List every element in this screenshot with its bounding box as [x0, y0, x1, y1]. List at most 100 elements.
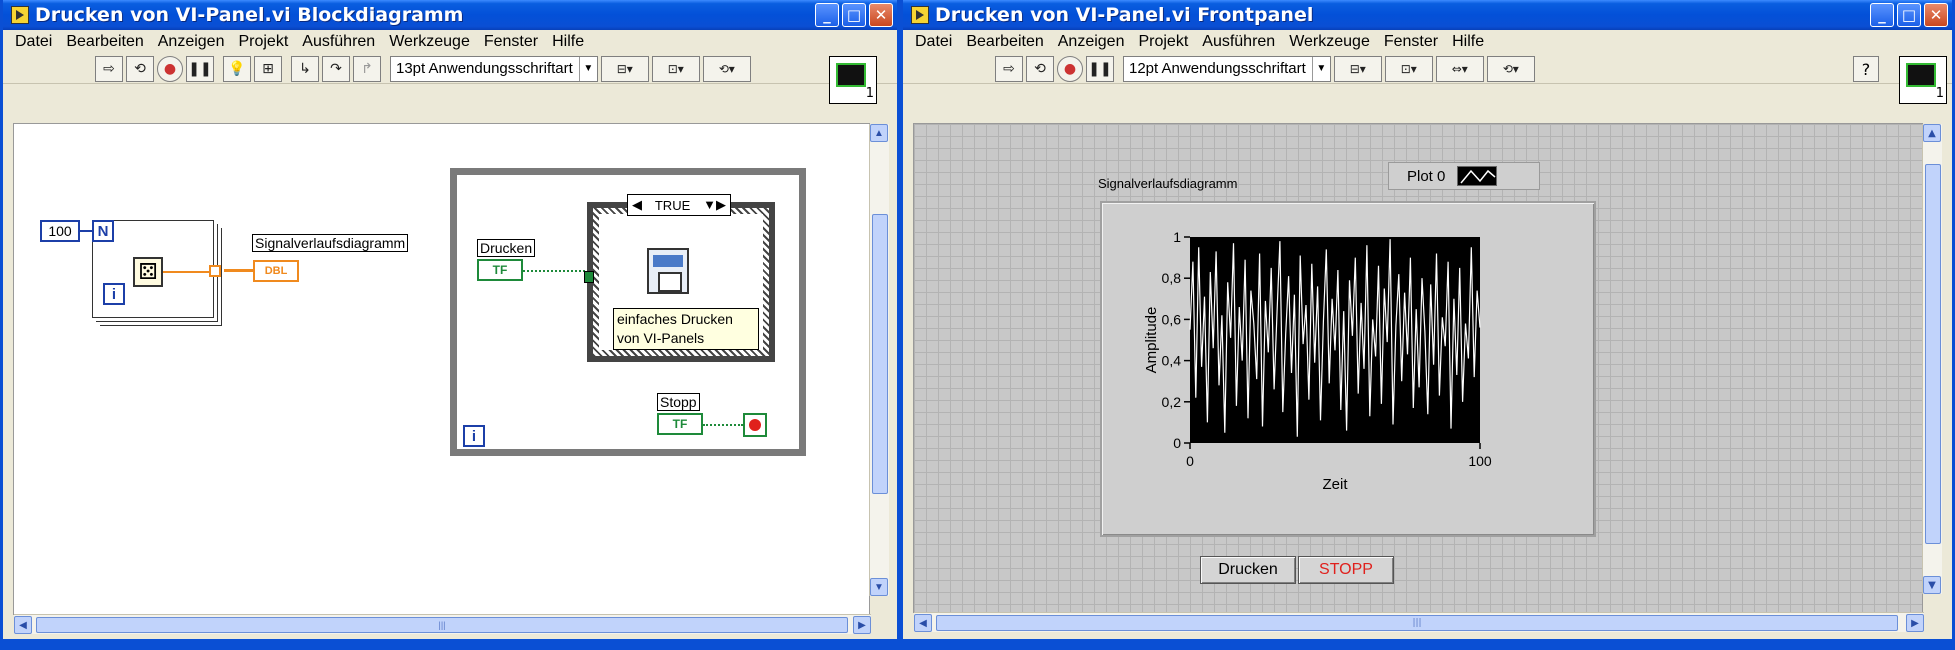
horizontal-scrollbar[interactable]: ◀ ||| ▶	[914, 612, 1924, 632]
front-panel-canvas[interactable]: Signalverlaufsdiagramm Plot 0 0 0,2 0,4 0,6…	[913, 123, 1942, 632]
menu-hilfe[interactable]: Hilfe	[552, 33, 584, 51]
menu-bar: Datei Bearbeiten Anzeigen Projekt Ausfüh…	[903, 30, 1952, 54]
case-dropdown-icon[interactable]: ▼▶	[703, 197, 726, 213]
case-prev-icon[interactable]: ◀	[632, 197, 642, 213]
title-bar[interactable]: Drucken von VI-Panel.vi Blockdiagramm _ …	[3, 0, 897, 30]
highlight-execution-icon[interactable]: 💡	[223, 55, 251, 82]
scroll-left-icon[interactable]: ◀	[14, 616, 32, 634]
font-select[interactable]: 13pt Anwendungsschriftart ▼	[390, 55, 598, 82]
distribute-objects-icon[interactable]: ⊡▾	[651, 55, 700, 82]
reorder-icon[interactable]: ⟲▾	[702, 55, 751, 82]
maximize-button[interactable]: □	[842, 3, 866, 27]
resize-objects-icon[interactable]: ⇔▾	[1435, 55, 1484, 82]
step-over-icon[interactable]: ↷	[322, 55, 350, 82]
scroll-right-icon[interactable]: ▶	[1906, 614, 1924, 632]
stop-control-terminal[interactable]: TF	[657, 413, 703, 435]
labview-app-icon[interactable]	[911, 6, 929, 24]
minimize-button[interactable]: _	[815, 3, 839, 27]
case-structure[interactable]: einfaches Drucken von VI-Panels ◀ TRUE ▼…	[584, 194, 775, 362]
legend-line-swatch	[1457, 166, 1498, 186]
menu-fenster[interactable]: Fenster	[1384, 33, 1438, 51]
menu-projekt[interactable]: Projekt	[238, 33, 288, 51]
window-controls: _ □ ✕	[815, 3, 893, 27]
pause-icon[interactable]: ❚❚	[186, 55, 214, 82]
font-select[interactable]: 12pt Anwendungsschriftart ▼	[1123, 55, 1331, 82]
run-continuously-icon[interactable]: ⟲	[1026, 55, 1054, 82]
vertical-scrollbar[interactable]: ▲ ▼	[1922, 124, 1942, 594]
loop-count-constant[interactable]: 100	[40, 220, 80, 242]
menu-ausfuehren[interactable]: Ausführen	[302, 33, 375, 51]
labview-app-icon[interactable]	[11, 6, 29, 24]
case-selector[interactable]: ◀ TRUE ▼▶	[627, 194, 731, 216]
y-axis-label: Amplitude	[1143, 307, 1160, 374]
subvi-comment: einfaches Drucken von VI-Panels	[613, 308, 759, 350]
retain-wire-values-icon[interactable]: ⊞	[254, 55, 282, 82]
scroll-up-icon[interactable]: ▲	[870, 124, 888, 142]
scroll-up-icon[interactable]: ▲	[1923, 124, 1941, 142]
random-number-icon[interactable]: ⚄	[133, 257, 163, 287]
scroll-thumb-horizontal[interactable]: |||	[936, 615, 1898, 631]
abort-icon[interactable]: ●	[157, 55, 183, 82]
menu-werkzeuge[interactable]: Werkzeuge	[1289, 33, 1370, 51]
scroll-left-icon[interactable]: ◀	[914, 614, 932, 632]
window-controls: _ □ ✕	[1870, 3, 1948, 27]
maximize-button[interactable]: □	[1897, 3, 1921, 27]
menu-bearbeiten[interactable]: Bearbeiten	[966, 33, 1043, 51]
step-out-icon[interactable]: ↱	[353, 55, 381, 82]
horizontal-scrollbar[interactable]: ◀ ||| ▶	[14, 614, 871, 634]
minimize-button[interactable]: _	[1870, 3, 1894, 27]
scroll-thumb-horizontal[interactable]: |||	[36, 617, 848, 633]
print-vi-subvi-icon[interactable]	[647, 248, 689, 294]
step-into-icon[interactable]: ↳	[291, 55, 319, 82]
menu-ausfuehren[interactable]: Ausführen	[1202, 33, 1275, 51]
menu-bearbeiten[interactable]: Bearbeiten	[66, 33, 143, 51]
menu-datei[interactable]: Datei	[915, 33, 952, 51]
while-loop[interactable]: Drucken TF einfaches Drucken von VI-Pane…	[450, 168, 806, 456]
run-icon[interactable]: ⇨	[95, 55, 123, 82]
iteration-terminal[interactable]: i	[103, 283, 125, 305]
close-button[interactable]: ✕	[869, 3, 893, 27]
print-control-terminal[interactable]: TF	[477, 259, 523, 281]
menu-hilfe[interactable]: Hilfe	[1452, 33, 1484, 51]
menu-werkzeuge[interactable]: Werkzeuge	[389, 33, 470, 51]
menu-datei[interactable]: Datei	[15, 33, 52, 51]
while-iteration-terminal[interactable]: i	[463, 425, 485, 447]
loop-count-terminal[interactable]: N	[92, 220, 114, 242]
scroll-down-icon[interactable]: ▼	[870, 578, 888, 596]
close-button[interactable]: ✕	[1924, 3, 1948, 27]
waveform-indicator-terminal[interactable]: DBL	[253, 260, 299, 282]
waveform-plot-svg[interactable]: 0 0,2 0,4 0,6 0,8 1 0 100 Zeit Amplitude	[1102, 203, 1598, 539]
vi-icon[interactable]: 1	[829, 56, 877, 104]
vertical-scrollbar[interactable]: ▲ ▼	[869, 124, 889, 596]
align-objects-icon[interactable]: ⊟▾	[600, 55, 649, 82]
scroll-down-icon[interactable]: ▼	[1923, 576, 1941, 594]
scroll-thumb[interactable]	[1925, 164, 1941, 544]
vi-icon[interactable]: 1	[1899, 56, 1947, 104]
abort-icon[interactable]: ●	[1057, 55, 1083, 82]
menu-projekt[interactable]: Projekt	[1138, 33, 1188, 51]
title-bar[interactable]: Drucken von VI-Panel.vi Frontpanel _ □ ✕	[903, 0, 1952, 30]
run-icon[interactable]: ⇨	[995, 55, 1023, 82]
y-tick-label: 0,8	[1162, 270, 1182, 286]
run-continuously-icon[interactable]: ⟲	[126, 55, 154, 82]
stop-button[interactable]: STOPP	[1298, 556, 1394, 584]
print-button[interactable]: Drucken	[1200, 556, 1296, 584]
align-objects-icon[interactable]: ⊟▾	[1333, 55, 1382, 82]
plot-legend[interactable]: Plot 0	[1388, 162, 1540, 190]
pause-icon[interactable]: ❚❚	[1086, 55, 1114, 82]
distribute-objects-icon[interactable]: ⊡▾	[1384, 55, 1433, 82]
stop-control-label: Stopp	[657, 393, 700, 411]
reorder-icon[interactable]: ⟲▾	[1486, 55, 1535, 82]
menu-anzeigen[interactable]: Anzeigen	[1058, 33, 1125, 51]
help-button[interactable]: ?	[1853, 56, 1879, 82]
for-loop[interactable]: N ⚄ i	[92, 220, 221, 318]
scroll-thumb[interactable]	[872, 214, 888, 494]
case-selector-value: TRUE	[654, 197, 691, 213]
menu-fenster[interactable]: Fenster	[484, 33, 538, 51]
menu-anzeigen[interactable]: Anzeigen	[158, 33, 225, 51]
indicator-label: Signalverlaufsdiagramm	[252, 234, 409, 252]
loop-condition-terminal[interactable]	[743, 413, 767, 437]
waveform-graph[interactable]: 0 0,2 0,4 0,6 0,8 1 0 100 Zeit Amplitude	[1100, 201, 1596, 537]
block-diagram-canvas[interactable]: 100 N ⚄ i Signalverlaufsdiagramm DBL Dru…	[13, 123, 889, 634]
scroll-right-icon[interactable]: ▶	[853, 616, 871, 634]
